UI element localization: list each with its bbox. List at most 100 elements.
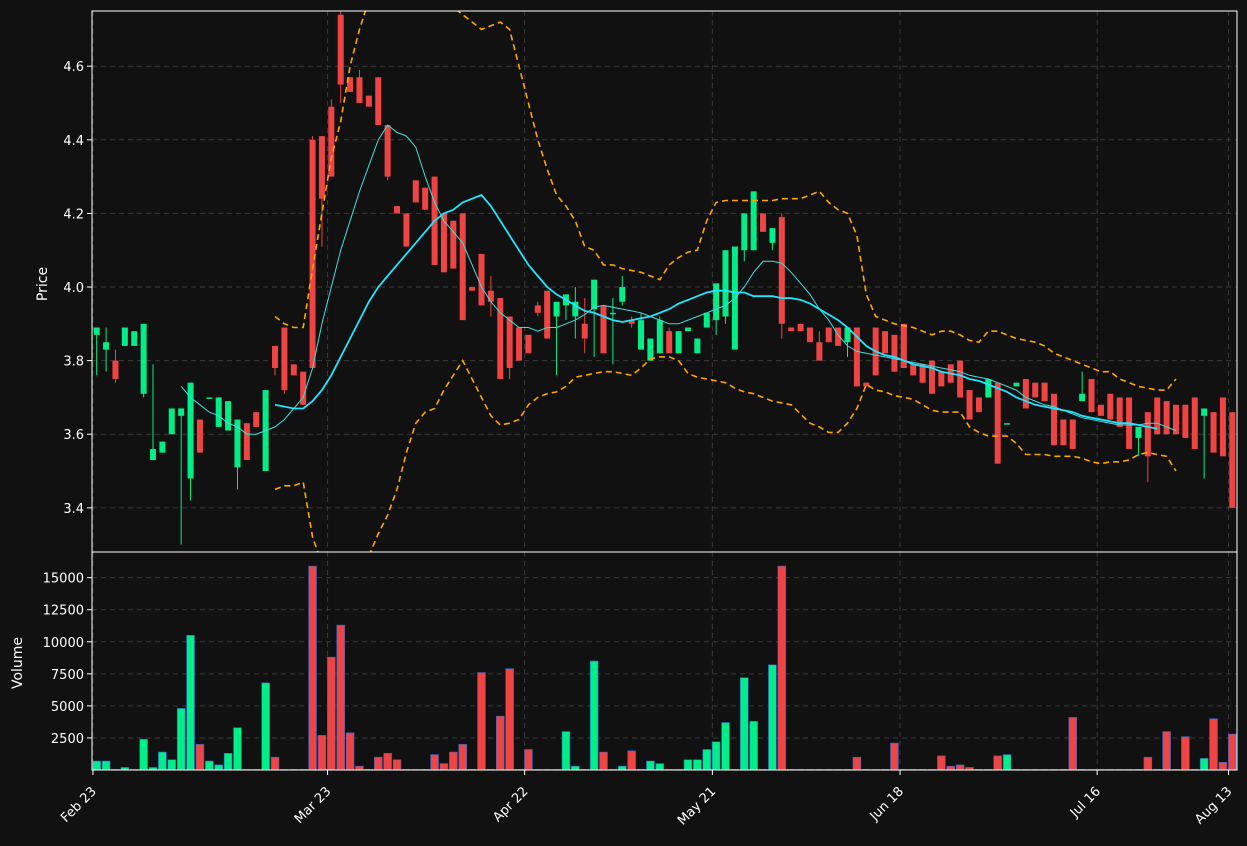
candle-body [938, 371, 945, 387]
candle-body [1107, 393, 1114, 420]
candle-body [196, 419, 203, 453]
candle-body [422, 187, 429, 210]
candle-body [168, 408, 175, 435]
price-y-tick-label: 4.6 [63, 60, 84, 75]
volume-y-tick-label: 2500 [51, 732, 84, 747]
candle-body [103, 342, 110, 350]
volume-bar [439, 763, 449, 770]
volume-bar [430, 754, 439, 770]
candle-body [290, 364, 297, 376]
candle-body [318, 136, 325, 199]
price-y-tick-label: 4.4 [63, 134, 84, 149]
volume-bar [1181, 736, 1190, 770]
candle-body [1163, 401, 1170, 435]
volume-bar [937, 755, 946, 770]
volume-bar [1143, 756, 1153, 770]
candle-body [365, 95, 372, 107]
volume-bar [1199, 758, 1209, 770]
candle-body [760, 213, 767, 232]
candle-body [253, 412, 260, 427]
candle-body [93, 327, 100, 335]
volume-y-tick-label: 7500 [51, 668, 84, 683]
price-y-tick-label: 3.4 [63, 502, 84, 517]
volume-bar [392, 759, 402, 770]
price-y-tick-label: 3.6 [63, 428, 84, 443]
candle-body [1088, 379, 1095, 413]
candle-body [1144, 412, 1151, 457]
volume-bar [205, 760, 214, 770]
candle-body [713, 283, 720, 321]
candle-body [769, 228, 776, 243]
candle-body [1135, 426, 1142, 438]
price-axis-label: Price [35, 267, 51, 301]
candle-body [806, 327, 813, 343]
candle-body [1191, 397, 1198, 449]
volume-bar [693, 759, 702, 770]
candle-body [1079, 393, 1086, 402]
candle-body [985, 379, 992, 398]
candle-body [206, 397, 213, 399]
volume-bar [101, 760, 111, 770]
candle-body [1201, 408, 1208, 416]
candle-body [975, 397, 982, 413]
candle-body [1097, 404, 1104, 416]
volume-bar [946, 765, 955, 770]
volume-bar [618, 765, 627, 770]
volume-bar [92, 760, 101, 770]
volume-bar [355, 765, 364, 770]
candle-body [440, 213, 447, 273]
volume-bar [571, 765, 580, 770]
volume-bar [561, 731, 571, 770]
volume-bar [139, 738, 148, 770]
price-y-tick-label: 4.2 [63, 207, 84, 222]
candle-body [1229, 412, 1236, 508]
volume-bar [993, 755, 1002, 770]
volume-y-tick-label: 15000 [43, 572, 84, 587]
volume-bar [496, 715, 505, 770]
candle-body [675, 331, 682, 354]
candle-body [591, 279, 598, 310]
volume-bar [158, 751, 167, 770]
volume-bar [261, 682, 270, 770]
candle-body [516, 327, 523, 361]
candle-body [788, 327, 795, 332]
candle-body [882, 331, 889, 354]
candle-body [1022, 379, 1029, 409]
volume-bar [702, 749, 711, 770]
candle-body [638, 320, 645, 350]
volume-bar [890, 742, 899, 770]
volume-bar [1228, 733, 1237, 770]
volume-bar [599, 751, 608, 770]
candle-body [150, 448, 157, 460]
candle-body [1069, 419, 1076, 449]
candle-body [121, 327, 128, 346]
volume-bar [683, 759, 693, 770]
volume-bar [589, 660, 599, 770]
volume-bar [1162, 731, 1171, 770]
volume-y-tick-label: 5000 [51, 700, 84, 715]
volume-bar [308, 565, 317, 770]
candle-body [891, 334, 898, 372]
volume-bar [167, 759, 177, 770]
candle-body [281, 327, 288, 391]
candle-body [459, 213, 466, 321]
candle-body [243, 423, 250, 460]
candle-body [656, 320, 663, 354]
candle-body [994, 382, 1001, 464]
candle-body [506, 316, 513, 368]
candle-body [666, 331, 673, 354]
candle-body [356, 77, 363, 104]
candle-body [816, 342, 823, 361]
volume-bar [777, 565, 787, 770]
candle-body [375, 77, 382, 126]
volume-bar [383, 753, 392, 770]
volume-bar [711, 741, 721, 770]
volume-bar [1002, 754, 1012, 770]
volume-bar [336, 624, 345, 770]
candle-body [1219, 397, 1226, 457]
candle-body [450, 220, 457, 269]
candle-body [1013, 382, 1020, 387]
volume-bar [176, 708, 186, 770]
candle-body [694, 338, 701, 354]
candle-body [741, 213, 748, 251]
